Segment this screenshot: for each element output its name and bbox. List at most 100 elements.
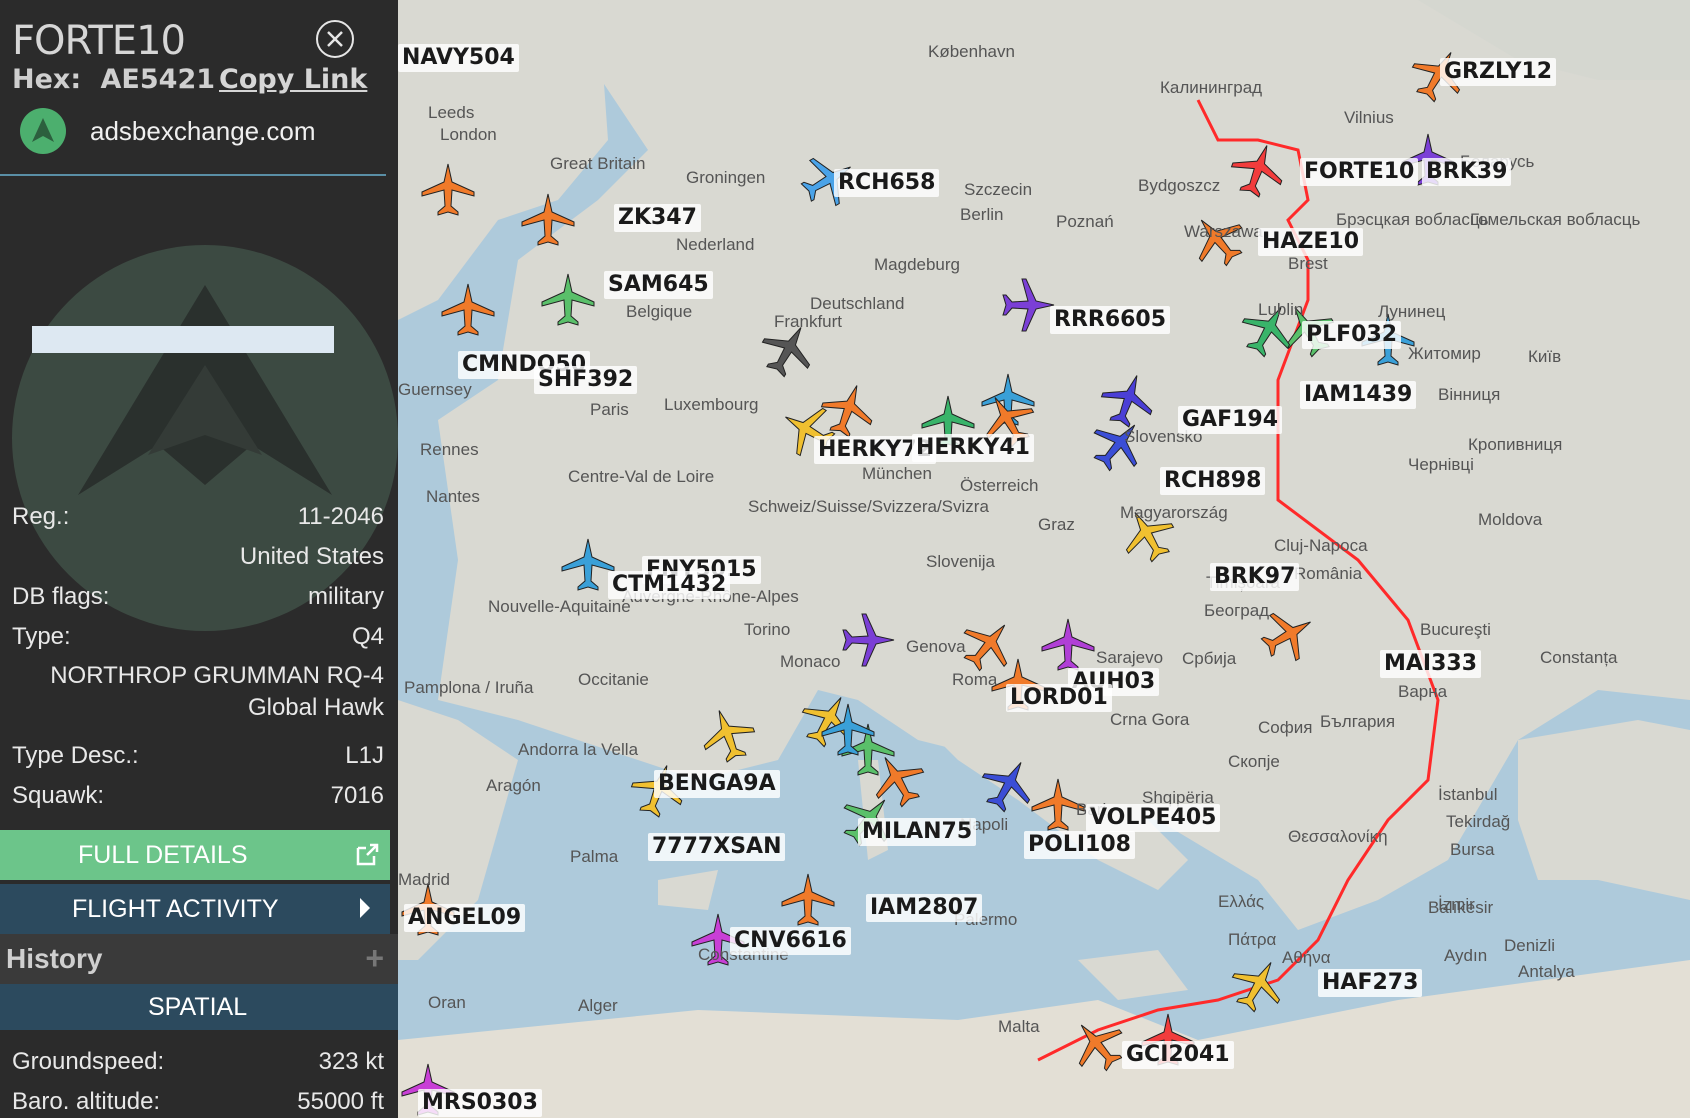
chevron-right-icon: [360, 898, 370, 918]
aircraft-icon[interactable]: [998, 275, 1058, 335]
expand-plus-icon[interactable]: +: [365, 940, 384, 977]
aircraft-label[interactable]: GAF194: [1178, 406, 1283, 434]
dbflags-label: DB flags:: [12, 583, 110, 610]
aircraft-label[interactable]: IAM2807: [866, 894, 983, 922]
place-label: Genova: [906, 637, 966, 656]
aircraft-icon[interactable]: [838, 610, 898, 670]
aircraft-label[interactable]: MILAN75: [858, 818, 977, 846]
country-value: United States: [239, 543, 384, 570]
aircraft-label[interactable]: ANGEL09: [404, 904, 526, 932]
place-label: Θεσσαλονίκη: [1288, 827, 1388, 846]
aircraft-icon[interactable]: [698, 705, 758, 765]
place-label: Luxembourg: [664, 395, 759, 414]
callsign-title: FORTE10: [12, 18, 186, 64]
place-label: Србија: [1182, 649, 1237, 668]
place-label: Житомир: [1408, 344, 1481, 363]
aircraft-label[interactable]: GRZLY12: [1440, 58, 1557, 86]
flight-activity-button[interactable]: FLIGHT ACTIVITY: [0, 884, 390, 934]
aircraft-icon[interactable]: [418, 160, 478, 220]
place-label: Great Britain: [550, 154, 646, 173]
external-link-icon: [356, 843, 379, 866]
aircraft-icon[interactable]: [438, 280, 498, 340]
aircraft-icon[interactable]: [818, 380, 878, 440]
aircraft-label[interactable]: RCH898: [1160, 467, 1266, 495]
aircraft-label[interactable]: CNV6616: [730, 927, 851, 955]
aircraft-icon[interactable]: [1228, 140, 1288, 200]
aircraft-label[interactable]: VOLPE405: [1086, 804, 1221, 832]
spatial-button[interactable]: SPATIAL: [0, 984, 398, 1030]
squawk-value: 7016: [330, 782, 384, 809]
place-label: Monaco: [780, 652, 841, 671]
aircraft-icon[interactable]: [518, 190, 578, 250]
site-link[interactable]: adsbexchange.com: [20, 108, 390, 154]
place-label: Aydın: [1444, 946, 1488, 965]
aircraft-label[interactable]: HERKY41: [912, 434, 1034, 462]
place-label: Sarajevo: [1096, 648, 1164, 667]
place-label: Groningen: [686, 168, 766, 187]
place-label: Belgique: [626, 302, 693, 321]
aircraft-label[interactable]: RCH658: [834, 169, 940, 197]
aircraft-label[interactable]: MAI333: [1380, 650, 1482, 678]
map-view[interactable]: KøbenhavnКалининградVilniusБеларусьBydgo…: [398, 0, 1690, 1118]
aircraft-label[interactable]: POLI108: [1024, 831, 1135, 859]
place-label: Київ: [1528, 347, 1562, 366]
aircraft-label[interactable]: BENGA9A: [654, 770, 780, 798]
aircraft-label[interactable]: RRR6605: [1050, 306, 1171, 334]
aircraft-label[interactable]: BRK39: [1422, 158, 1512, 186]
place-label: Occitanie: [578, 670, 649, 689]
place-label: Αθήνα: [1282, 948, 1331, 967]
place-label: Paris: [590, 400, 629, 419]
place-label: Magyarország: [1120, 503, 1228, 522]
aircraft-label[interactable]: FORTE10: [1300, 158, 1419, 186]
place-label: Andorra la Vella: [518, 740, 639, 759]
place-label: Калининград: [1160, 78, 1263, 97]
place-label: Vilnius: [1344, 108, 1394, 127]
type-name-line1: NORTHROP GRUMMAN RQ-4: [50, 662, 384, 689]
place-label: München: [862, 464, 932, 483]
aircraft-label[interactable]: BRK97: [1210, 563, 1300, 591]
place-label: Nouvelle-Aquitaine: [488, 597, 631, 616]
copy-link[interactable]: Copy Link: [219, 64, 367, 95]
baro-value: 55000 ft: [297, 1088, 384, 1115]
place-label: London: [440, 125, 497, 144]
place-label: Скопје: [1228, 752, 1280, 771]
aircraft-label[interactable]: SAM645: [604, 271, 713, 299]
aircraft-label[interactable]: PLF032: [1302, 321, 1402, 349]
place-label: Frankfurt: [774, 312, 843, 331]
close-icon[interactable]: [316, 20, 354, 58]
aircraft-icon[interactable]: [1068, 1015, 1128, 1075]
place-label: Rennes: [420, 440, 479, 459]
aircraft-icon[interactable]: [1228, 955, 1288, 1015]
aircraft-label[interactable]: ZK347: [614, 204, 701, 232]
aircraft-label[interactable]: IAM1439: [1300, 381, 1417, 409]
place-label: Poznań: [1056, 212, 1114, 231]
history-label: History: [6, 943, 103, 974]
aircraft-icon[interactable]: [778, 870, 838, 930]
place-label: Lublin: [1258, 300, 1304, 319]
typedesc-label: Type Desc.:: [12, 742, 139, 769]
type-value: Q4: [351, 623, 384, 650]
aircraft-label[interactable]: SHF392: [534, 366, 638, 394]
aircraft-label[interactable]: 7777XSAN: [648, 833, 786, 861]
aircraft-label[interactable]: HAZE10: [1258, 228, 1364, 256]
aircraft-label[interactable]: LORD01: [1006, 684, 1112, 712]
hex-label: Hex:: [12, 64, 82, 95]
place-label: Ελλάς: [1218, 892, 1265, 911]
aircraft-label[interactable]: MRS0303: [418, 1089, 542, 1117]
aircraft-label[interactable]: GCI2041: [1122, 1041, 1234, 1069]
aircraft-icon[interactable]: [538, 270, 598, 330]
place-label: România: [1294, 564, 1363, 583]
history-section-header[interactable]: History +: [0, 934, 398, 984]
aircraft-label[interactable]: NAVY504: [398, 44, 519, 72]
aircraft-label[interactable]: HAF273: [1318, 969, 1423, 997]
place-label: Antalya: [1518, 962, 1575, 981]
place-label: Брэсцкая вобласць: [1336, 210, 1489, 229]
place-label: Graz: [1038, 515, 1075, 534]
place-label: Cluj-Napoca: [1274, 536, 1368, 555]
full-details-button[interactable]: FULL DETAILS: [0, 830, 390, 880]
place-label: Nederland: [676, 235, 755, 254]
place-label: Torino: [744, 620, 791, 639]
aircraft-label[interactable]: CTM1432: [608, 571, 731, 599]
place-label: Deutschland: [810, 294, 905, 313]
photo-placeholder-bar: [32, 326, 334, 353]
